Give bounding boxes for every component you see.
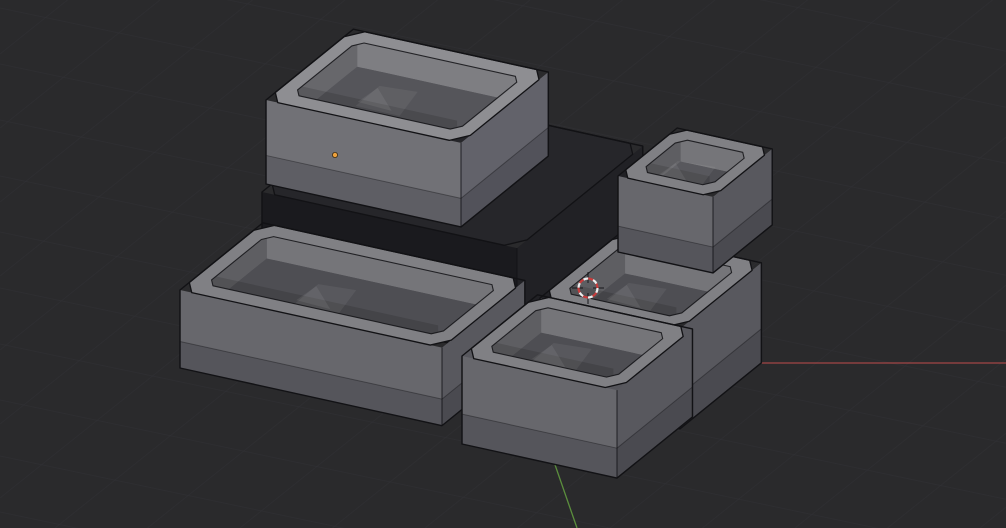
viewport-canvas[interactable]: [0, 0, 1006, 528]
object-origin-point: [331, 151, 338, 158]
3d-viewport[interactable]: [0, 0, 1006, 528]
